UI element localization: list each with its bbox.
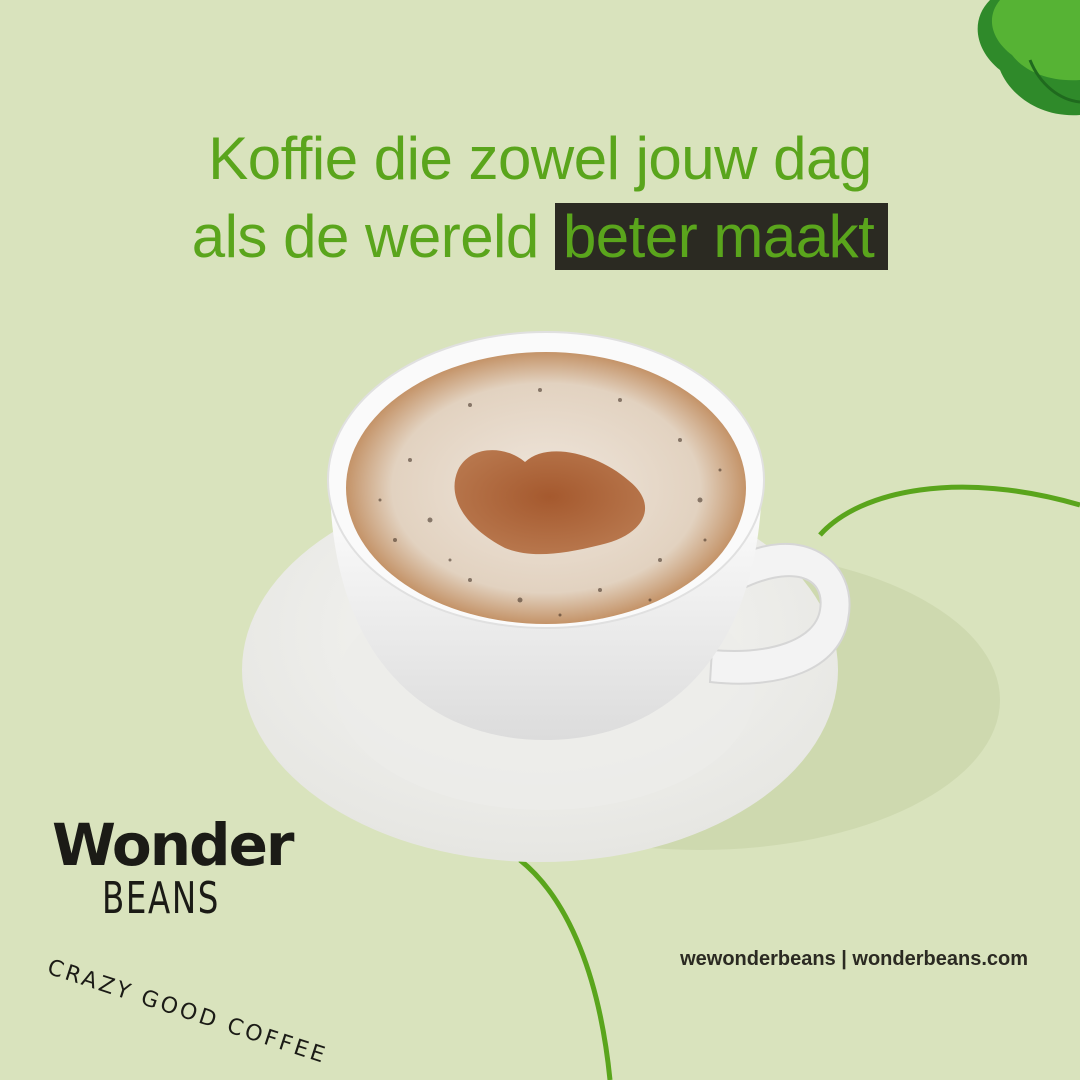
headline-line-2-plain: als de wereld [191,203,540,270]
social-handles: wewonderbeans | wonderbeans.com [680,948,1028,970]
headline-line-2: als de wereld beter maakt [0,198,1080,276]
green-swoosh-right [818,484,1080,537]
green-swoosh-bottom [518,858,613,1080]
headline-line-1: Koffie die zowel jouw dag [208,125,872,192]
leaf-icon [977,0,1080,116]
headline-highlight: beter maakt [554,203,889,270]
logo-word-wonder: Wonder [52,811,295,879]
headline: Koffie die zowel jouw dag als de wereld … [0,120,1080,276]
logo-word-beans: BEANS [102,873,221,924]
wonderbeans-logo: Wonder BEANS CRAZY GOOD COFFEE [44,811,330,1069]
